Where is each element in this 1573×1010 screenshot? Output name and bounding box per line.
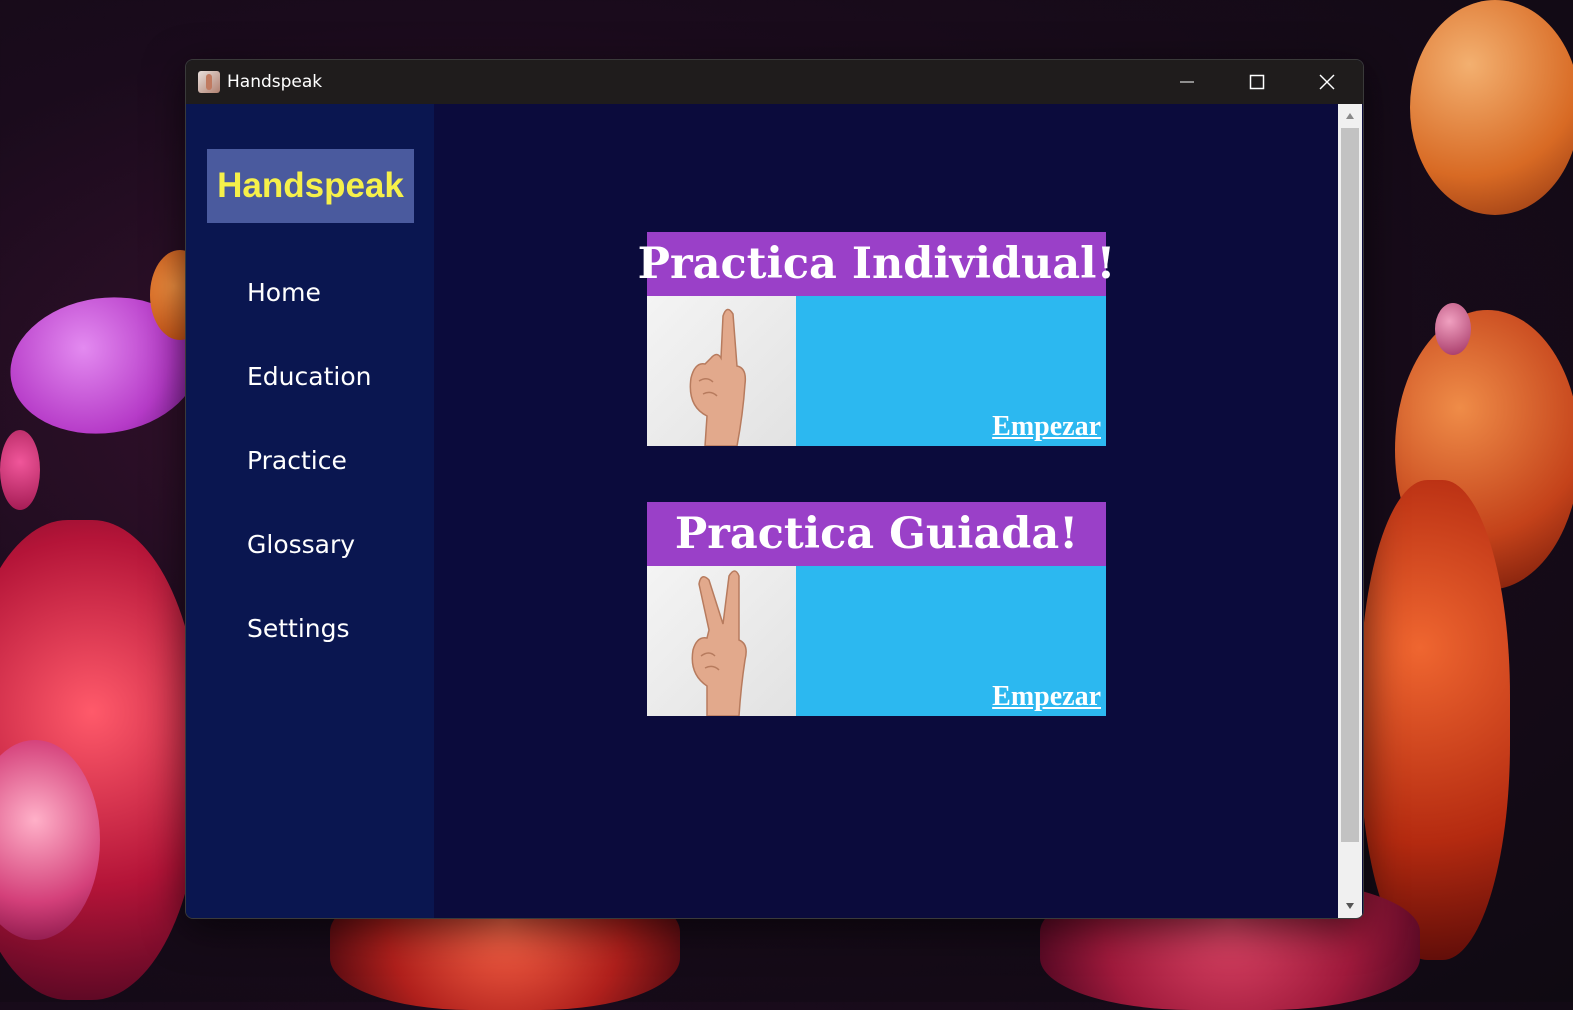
sidebar: Handspeak Home Education Practice Glossa… [186,104,434,918]
arrow-up-icon [1346,113,1354,119]
one-finger-hand-photo [647,296,796,446]
card-header: Practica Guiada! [647,502,1106,566]
brand-label: Handspeak [217,166,404,205]
sidebar-item-glossary[interactable]: Glossary [247,530,355,559]
maximize-icon [1249,74,1265,90]
sidebar-item-home[interactable]: Home [247,278,321,307]
brand-logo: Handspeak [207,149,414,223]
card-body: Empezar [796,566,1106,716]
scroll-down-button[interactable] [1338,896,1362,916]
practice-individual-card: Practica Individual! Empezar [638,232,1115,446]
hand-one-finger-icon [689,308,747,446]
start-link[interactable]: Empezar [992,681,1101,713]
app-icon [198,71,220,93]
wallpaper-blob [1360,480,1510,960]
sidebar-item-settings[interactable]: Settings [247,614,350,643]
close-button[interactable] [1292,60,1362,104]
wallpaper-blob [0,430,40,510]
main-content: Practica Individual! Empezar Practica Gu… [434,104,1338,918]
hand-two-finger-icon [691,570,747,716]
sidebar-item-practice[interactable]: Practice [247,446,347,475]
card-body: Empezar [796,296,1106,446]
arrow-down-icon [1346,903,1354,909]
close-icon [1319,74,1335,90]
window-title: Handspeak [227,72,323,92]
vertical-scrollbar[interactable] [1338,104,1362,918]
start-link[interactable]: Empezar [992,411,1101,443]
card-title: Practica Individual! [637,239,1116,289]
sidebar-item-education[interactable]: Education [247,362,371,391]
app-window: Handspeak Handspeak Home Education Pract… [185,59,1364,919]
scroll-thumb[interactable] [1341,128,1359,842]
maximize-button[interactable] [1222,60,1292,104]
minimize-button[interactable] [1152,60,1222,104]
wallpaper-blob [1410,0,1573,215]
scroll-up-button[interactable] [1338,106,1362,126]
card-title: Practica Guiada! [674,509,1079,559]
minimize-icon [1180,81,1194,83]
title-bar[interactable]: Handspeak [186,60,1363,104]
two-finger-hand-photo [647,566,796,716]
wallpaper-blob [1435,303,1471,355]
card-header: Practica Individual! [638,232,1115,296]
practice-guided-card: Practica Guiada! Empezar [647,502,1106,716]
